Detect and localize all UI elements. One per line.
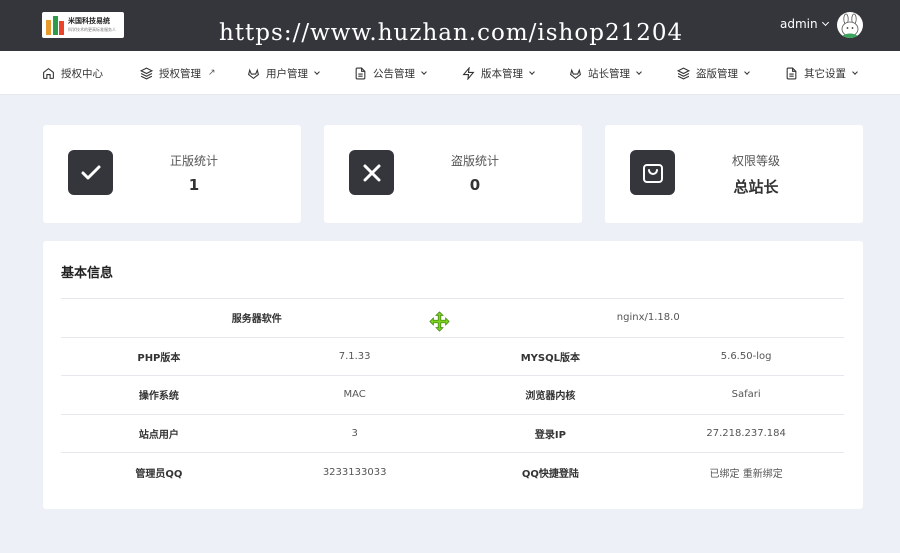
file-icon (355, 67, 366, 79)
info-table: 服务器软件 nginx/1.18.0 PHP版本 7.1.33 MYSQL版本 … (61, 298, 844, 492)
watermark-url: https://www.huzhan.com/ishop21204 (219, 20, 684, 46)
main-nav: 授权中心 授权管理 ↗ 用户管理 公告管理 版本管理 站长管理 盗版管理 其它设… (0, 51, 900, 95)
chevron-down-icon (529, 68, 535, 75)
table-row: 管理员QQ 3233133033 QQ快捷登陆 已绑定 重新绑定 (61, 452, 844, 492)
logo-name: 米国科技易统 (68, 17, 110, 25)
info-key: MYSQL版本 (452, 336, 649, 376)
chevron-down-icon (744, 68, 750, 75)
table-row: PHP版本 7.1.33 MYSQL版本 5.6.50-log (61, 336, 844, 376)
nav-item-auth-center[interactable]: 授权中心 (42, 51, 103, 95)
nav-item-version-manage[interactable]: 版本管理 (462, 51, 535, 95)
stat-label: 盗版统计 (450, 154, 499, 168)
chevron-down-icon (636, 68, 642, 75)
zap-icon (462, 66, 475, 80)
chevron-down-icon (314, 68, 320, 75)
external-link-icon: ↗ (208, 68, 216, 78)
layers-icon (140, 66, 153, 80)
info-key: 浏览器内核 (452, 375, 649, 415)
table-row: 操作系统 MAC 浏览器内核 Safari (61, 375, 844, 415)
stat-card-genuine: 正版统计 1 (43, 125, 301, 223)
nav-item-webmaster-manage[interactable]: 站长管理 (569, 51, 642, 95)
info-key: 操作系统 (61, 375, 257, 415)
info-value: 27.218.237.184 (648, 413, 844, 453)
nav-item-piracy-manage[interactable]: 盗版管理 (677, 51, 750, 95)
info-value: 7.1.33 (256, 336, 453, 376)
info-value: MAC (256, 375, 453, 415)
info-key: 站点用户 (61, 413, 257, 453)
info-value: 3233133033 (256, 452, 453, 492)
nav-label: 站长管理 (588, 67, 630, 80)
chevron-down-icon (821, 18, 829, 27)
info-key: PHP版本 (61, 336, 257, 376)
info-value: 3 (256, 413, 453, 453)
x-icon (349, 150, 394, 195)
stat-label: 正版统计 (169, 154, 218, 168)
avatar[interactable] (837, 12, 863, 38)
nav-item-auth-manage[interactable]: 授权管理 ↗ (140, 51, 216, 95)
logo-mark-icon (45, 15, 65, 35)
stat-card-permission: 权限等级 总站长 (605, 125, 863, 223)
file-icon (786, 67, 797, 79)
layers-icon (677, 66, 690, 80)
gitlab-icon (570, 68, 581, 79)
nav-label: 授权中心 (61, 67, 103, 80)
nav-label: 盗版管理 (696, 67, 738, 80)
server-software-label: 服务器软件 (61, 298, 453, 338)
nav-label: 其它设置 (804, 67, 846, 80)
stat-value: 0 (469, 176, 481, 194)
chevron-down-icon (421, 68, 427, 75)
info-key: QQ快捷登陆 (452, 452, 649, 492)
gitlab-icon (248, 68, 259, 79)
stat-label: 权限等级 (731, 154, 780, 168)
nav-item-user-manage[interactable]: 用户管理 (247, 51, 320, 95)
nav-label: 公告管理 (373, 67, 415, 80)
logo[interactable]: 米国科技易统 科学技术的更高标准服务人 (42, 12, 124, 38)
nav-label: 版本管理 (481, 67, 523, 80)
nav-label: 授权管理 (159, 67, 201, 80)
chevron-down-icon (852, 68, 858, 75)
home-icon (43, 67, 54, 79)
check-icon (68, 150, 113, 195)
nav-item-other-settings[interactable]: 其它设置 (785, 51, 858, 95)
logo-slogan: 科学技术的更高标准服务人 (68, 27, 116, 32)
table-row: 服务器软件 nginx/1.18.0 (61, 298, 844, 338)
move-cursor-icon (429, 311, 450, 332)
nav-item-notice-manage[interactable]: 公告管理 (354, 51, 427, 95)
panel-title: 基本信息 (61, 266, 114, 281)
user-name: admin (780, 17, 818, 31)
stat-value: 1 (188, 176, 200, 194)
user-menu[interactable]: admin (780, 17, 829, 31)
info-key: 管理员QQ (61, 452, 257, 492)
info-value: Safari (648, 375, 844, 415)
shopping-bag-icon (630, 150, 675, 195)
info-value: 5.6.50-log (648, 336, 844, 376)
basic-info-panel: 基本信息 服务器软件 nginx/1.18.0 PHP版本 7.1.33 MYS… (43, 241, 863, 509)
stat-card-pirated: 盗版统计 0 (324, 125, 582, 223)
info-key: 登录IP (452, 413, 649, 453)
server-software-value: nginx/1.18.0 (452, 298, 844, 338)
top-bar: 米国科技易统 科学技术的更高标准服务人 https://www.huzhan.c… (0, 0, 900, 51)
qq-bind-status[interactable]: 已绑定 重新绑定 (648, 452, 844, 492)
table-row: 站点用户 3 登录IP 27.218.237.184 (61, 413, 844, 453)
stat-value: 总站长 (733, 178, 779, 196)
nav-label: 用户管理 (266, 67, 308, 80)
